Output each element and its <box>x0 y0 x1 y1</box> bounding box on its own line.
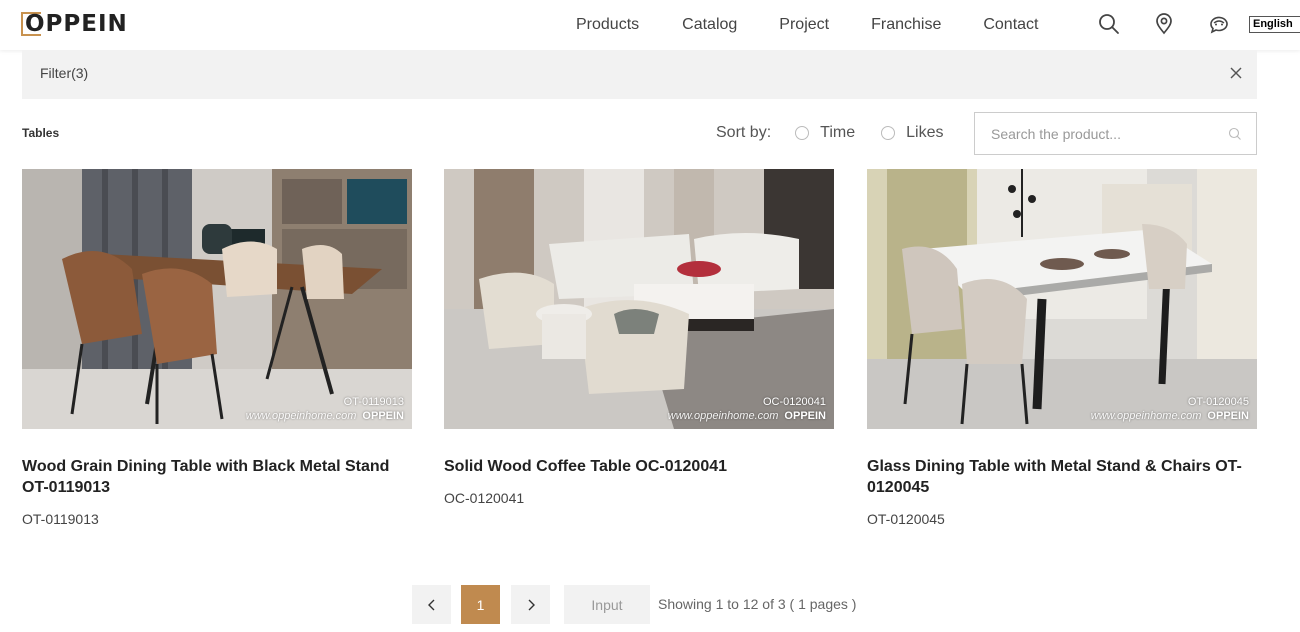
filter-toggle[interactable]: Filter(3) <box>40 65 88 81</box>
chevron-left-icon <box>427 599 434 610</box>
main-nav: Products Catalog Project Franchise Conta… <box>576 0 1080 50</box>
page-1-button[interactable]: 1 <box>461 585 500 624</box>
sort-control: Sort by: Time Likes <box>716 124 969 142</box>
product-title[interactable]: Glass Dining Table with Metal Stand & Ch… <box>867 456 1247 498</box>
product-card[interactable]: OT-0119013 www.oppeinhome.com OPPEIN Wood… <box>22 169 412 527</box>
filter-bar: Filter(3) <box>22 50 1257 99</box>
glass-table-photo <box>867 169 1257 429</box>
watermark-site: www.oppeinhome.com <box>1090 410 1202 422</box>
image-watermark: OT-0120045 www.oppeinhome.com OPPEIN <box>1091 395 1249 423</box>
nav-catalog[interactable]: Catalog <box>682 16 737 34</box>
image-watermark: OC-0120041 www.oppeinhome.com OPPEIN <box>668 395 826 423</box>
watermark-brand: OPPEIN <box>784 410 826 422</box>
watermark-brand: OPPEIN <box>362 410 404 422</box>
nav-project[interactable]: Project <box>779 16 829 34</box>
sort-label: Sort by: <box>716 124 772 141</box>
nav-franchise[interactable]: Franchise <box>871 16 941 34</box>
watermark-code: OT-0120045 <box>1187 396 1249 408</box>
language-select[interactable]: English <box>1249 16 1300 33</box>
dining-table-photo <box>22 169 412 429</box>
prev-page-button[interactable] <box>412 585 451 624</box>
sort-likes-radio[interactable]: Likes <box>881 124 943 142</box>
search-icon[interactable] <box>1097 12 1121 36</box>
product-image[interactable]: OT-0120045 www.oppeinhome.com OPPEIN <box>867 169 1257 429</box>
sort-time-radio[interactable]: Time <box>795 124 855 142</box>
close-icon[interactable] <box>1225 62 1247 84</box>
image-watermark: OT-0119013 www.oppeinhome.com OPPEIN <box>246 395 404 423</box>
chevron-right-icon <box>528 599 535 610</box>
watermark-site: www.oppeinhome.com <box>245 410 357 422</box>
product-title[interactable]: Solid Wood Coffee Table OC-0120041 <box>444 456 824 477</box>
next-page-button[interactable] <box>511 585 550 624</box>
radio-circle[interactable] <box>795 126 810 140</box>
section-title: Tables <box>22 126 60 140</box>
sort-option-label: Likes <box>906 124 944 141</box>
product-search <box>974 112 1257 155</box>
search-input[interactable] <box>975 113 1215 154</box>
sort-option-label: Time <box>820 124 856 141</box>
watermark-brand: OPPEIN <box>1207 410 1249 422</box>
oppein-logo[interactable]: OPPEIN <box>21 10 128 38</box>
watermark-site: www.oppeinhome.com <box>667 410 779 422</box>
coffee-table-photo <box>444 169 834 429</box>
nav-contact[interactable]: Contact <box>983 16 1038 34</box>
product-code: OT-0119013 <box>22 511 99 527</box>
search-icon[interactable] <box>1228 127 1242 141</box>
watermark-code: OC-0120041 <box>763 396 826 408</box>
page-number-input[interactable] <box>564 585 650 624</box>
radio-circle[interactable] <box>881 126 896 140</box>
pagination-info: Showing 1 to 12 of 3 ( 1 pages ) <box>658 596 857 612</box>
product-image[interactable]: OT-0119013 www.oppeinhome.com OPPEIN <box>22 169 412 429</box>
nav-products[interactable]: Products <box>576 16 639 34</box>
location-pin-icon[interactable] <box>1152 12 1176 36</box>
product-code: OT-0120045 <box>867 511 945 527</box>
chat-icon[interactable] <box>1207 12 1231 36</box>
site-header: OPPEIN Products Catalog Project Franchis… <box>0 0 1300 50</box>
product-card[interactable]: OT-0120045 www.oppeinhome.com OPPEIN Glas… <box>867 169 1257 527</box>
product-image[interactable]: OC-0120041 www.oppeinhome.com OPPEIN <box>444 169 834 429</box>
product-title[interactable]: Wood Grain Dining Table with Black Metal… <box>22 456 402 498</box>
product-code: OC-0120041 <box>444 490 525 506</box>
watermark-code: OT-0119013 <box>343 396 404 408</box>
product-card[interactable]: OC-0120041 www.oppeinhome.com OPPEIN Soli… <box>444 169 834 506</box>
logo-text: OPPEIN <box>25 11 128 37</box>
